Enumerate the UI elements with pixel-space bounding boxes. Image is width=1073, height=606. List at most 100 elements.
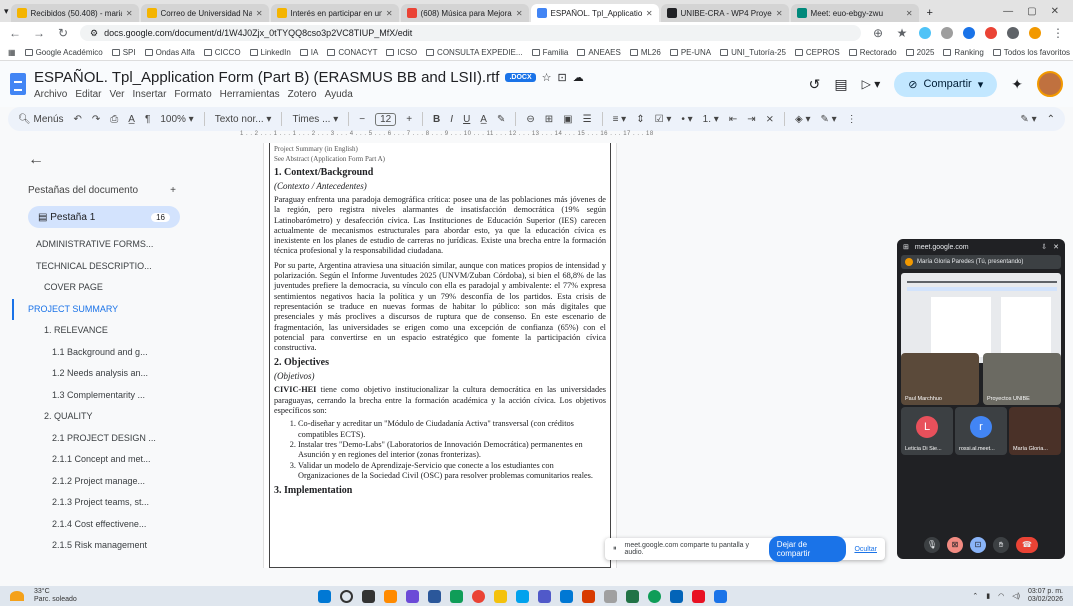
tab-close-icon[interactable]: ✕	[126, 9, 133, 18]
menu-ver[interactable]: Ver	[109, 89, 124, 100]
comment-icon[interactable]: ⊞	[545, 114, 553, 125]
outline-item[interactable]: TECHNICAL DESCRIPTIO...	[28, 256, 200, 278]
hide-notice-button[interactable]: Ocultar	[854, 546, 877, 553]
url-field[interactable]: ⚙ docs.google.com/document/d/1W4J0Zjx_0t…	[80, 25, 861, 41]
outline-item[interactable]: 1. RELEVANCE	[28, 320, 200, 342]
extension-icon[interactable]	[963, 27, 975, 39]
participant-tile[interactable]: Paul Marchhuo	[901, 353, 979, 405]
participant-tile[interactable]: L Leticia Di Sie...	[901, 407, 953, 455]
camera-off-icon[interactable]: ⊠	[947, 537, 963, 553]
tab-close-icon[interactable]: ✕	[516, 9, 523, 18]
taskbar-app-icon[interactable]	[538, 589, 551, 603]
italic-icon[interactable]: I	[450, 114, 453, 125]
bookmark-star-icon[interactable]: ★	[895, 26, 909, 40]
bookmark-item[interactable]: SPI	[111, 48, 136, 57]
underline-icon[interactable]: U	[463, 114, 470, 125]
outline-item[interactable]: 2.1.1 Concept and met...	[28, 449, 200, 471]
document-page[interactable]: Project Summary (in English) See Abstrac…	[263, 143, 617, 568]
menu-zotero[interactable]: Zotero	[288, 89, 317, 100]
menu-formato[interactable]: Formato	[174, 89, 211, 100]
print-icon[interactable]: ⎙	[110, 114, 118, 125]
bookmark-item[interactable]: ANEAES	[577, 48, 621, 57]
zoom-select[interactable]: 100% ▾	[160, 114, 193, 125]
taskbar-app-icon[interactable]	[648, 589, 661, 603]
taskbar-app-icon[interactable]	[450, 589, 463, 603]
tab-close-icon[interactable]: ✕	[386, 9, 393, 18]
text-color-icon[interactable]: A̲	[480, 114, 487, 125]
bookmark-item[interactable]: Todos los favoritos	[992, 48, 1070, 57]
bookmark-item[interactable]: Familia	[531, 48, 568, 57]
meet-pip-window[interactable]: ⊞ meet.google.com ⇩ ✕ María Gloria Pared…	[897, 239, 1065, 559]
profile-avatar[interactable]	[1029, 27, 1041, 39]
meet-back-to-tab-icon[interactable]: ⇩	[1041, 243, 1047, 251]
tab-close-icon[interactable]: ✕	[646, 9, 653, 18]
user-avatar[interactable]	[1037, 71, 1063, 97]
wifi-icon[interactable]: ◠	[998, 592, 1004, 600]
history-icon[interactable]: ↺	[809, 76, 821, 93]
more-icon[interactable]: ⋮	[847, 114, 857, 125]
tab-close-icon[interactable]: ✕	[776, 9, 783, 18]
decrease-indent-icon[interactable]: ⇤	[729, 114, 737, 125]
paint-format-icon[interactable]: ¶	[145, 114, 150, 125]
bookmark-item[interactable]: PE-UNA	[669, 48, 711, 57]
line-spacing-icon[interactable]: ⇕	[636, 114, 644, 125]
bookmark-item[interactable]: UNI_Tutoría-25	[720, 48, 786, 57]
move-folder-icon[interactable]: ⊡	[557, 71, 566, 84]
table-icon[interactable]: ☰	[583, 114, 592, 125]
bold-icon[interactable]: B	[433, 114, 440, 125]
outline-item[interactable]: 2.1.4 Cost effectivene...	[28, 514, 200, 536]
menu-archivo[interactable]: Archivo	[34, 89, 67, 100]
taskbar-app-icon[interactable]	[560, 589, 573, 603]
back-arrow-icon[interactable]: ←	[28, 151, 200, 169]
new-tab-icon[interactable]: +	[927, 7, 933, 19]
window-close-icon[interactable]: ✕	[1051, 6, 1059, 17]
bookmark-item[interactable]: CEPROS	[794, 48, 840, 57]
tray-chevron-icon[interactable]: ⌃	[972, 592, 978, 600]
cloud-status-icon[interactable]: ☁	[573, 71, 584, 84]
meet-close-icon[interactable]: ✕	[1053, 243, 1059, 251]
search-menus-button[interactable]: 🔍︎ Menús	[18, 114, 64, 125]
taskbar-app-icon[interactable]	[714, 589, 727, 603]
clear-formatting-icon[interactable]: ⨯	[766, 114, 774, 125]
bookmark-item[interactable]: Ranking	[943, 48, 984, 57]
tab-close-icon[interactable]: ✕	[256, 9, 263, 18]
outline-item[interactable]: 1.1 Background and g...	[28, 342, 200, 364]
minimize-icon[interactable]: —	[1003, 6, 1013, 17]
extension-icon[interactable]	[941, 27, 953, 39]
bookmark-item[interactable]: ICSO	[386, 48, 417, 57]
zotero-icon[interactable]: ◈ ▾	[795, 114, 811, 125]
browser-tab[interactable]: (608) Música para Mejorar la M ✕	[400, 4, 529, 22]
hang-up-icon[interactable]: ☎︎	[1016, 537, 1038, 553]
share-button[interactable]: ⊘ Compartir ▾	[894, 71, 998, 97]
outline-item[interactable]: 1.3 Complementarity ...	[28, 385, 200, 407]
document-canvas[interactable]: 1 . . 2 . . . 1 . . . 1 . . . 2 . . . 3 …	[200, 131, 1073, 568]
task-view-icon[interactable]	[362, 589, 375, 603]
browser-tab[interactable]: Meet: euo-ebgy-zwu ✕	[790, 4, 919, 22]
style-select[interactable]: Texto nor... ▾	[215, 114, 272, 125]
decrease-font-size-icon[interactable]: −	[359, 114, 365, 125]
weather-widget[interactable]: 33°C Parc. soleado	[34, 588, 77, 604]
bookmark-item[interactable]: LinkedIn	[249, 48, 291, 57]
extension-icon[interactable]	[919, 27, 931, 39]
outline-item[interactable]: PROJECT SUMMARY	[12, 298, 200, 320]
bookmark-item[interactable]: CICCO	[203, 48, 241, 57]
back-button[interactable]: ←	[8, 26, 22, 40]
increase-font-size-icon[interactable]: +	[406, 114, 412, 125]
participant-tile[interactable]: r rossi.al.meet...	[955, 407, 1007, 455]
browser-tab[interactable]: Correo de Universidad Nacion ✕	[140, 4, 269, 22]
mic-icon[interactable]: 🎙︎	[924, 537, 940, 553]
editing-mode-icon[interactable]: ✎ ▾	[1020, 114, 1036, 125]
present-screen-icon[interactable]: ⊡	[970, 537, 986, 553]
document-tab-pestana-1[interactable]: ▤ Pestaña 1 16	[28, 206, 180, 228]
menu-insertar[interactable]: Insertar	[133, 89, 167, 100]
horizontal-ruler[interactable]: 1 . . 2 . . . 1 . . . 1 . . . 2 . . . 3 …	[240, 131, 653, 141]
extensions-puzzle-icon[interactable]	[1007, 27, 1019, 39]
taskbar-app-icon[interactable]	[582, 589, 595, 603]
zoom-icon[interactable]: ⊕	[871, 26, 885, 40]
bookmark-item[interactable]: Google Académico	[24, 48, 103, 57]
menu-editar[interactable]: Editar	[75, 89, 101, 100]
weather-sun-icon[interactable]	[10, 591, 24, 601]
outline-item[interactable]: 2.1.2 Project manage...	[28, 471, 200, 493]
taskbar-app-icon[interactable]	[428, 589, 441, 603]
browser-tab[interactable]: ESPAÑOL. Tpl_Application Form ✕	[530, 4, 659, 22]
